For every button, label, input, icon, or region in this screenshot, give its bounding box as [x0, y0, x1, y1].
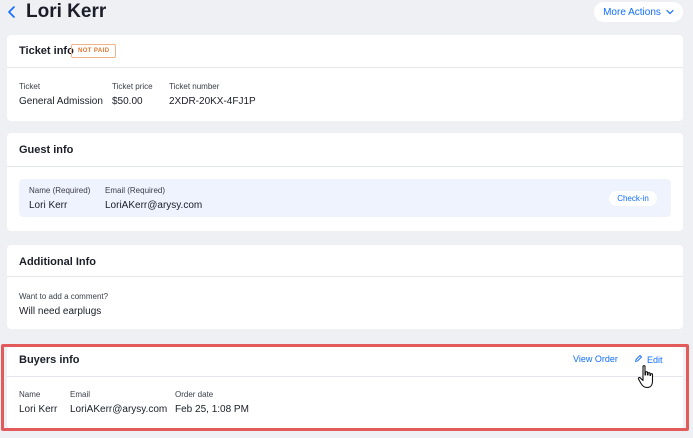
back-icon[interactable] — [6, 5, 18, 19]
ticket-value: General Admission — [19, 96, 103, 107]
guest-info-card: Guest info Name (Required) Lori Kerr Ema… — [7, 133, 683, 231]
divider — [7, 276, 683, 277]
comment-question: Want to add a comment? — [19, 292, 109, 301]
divider — [7, 67, 683, 68]
ticket-number-value: 2XDR-20KX-4FJ1P — [169, 96, 256, 107]
more-actions-button[interactable]: More Actions — [594, 2, 683, 22]
check-in-button[interactable]: Check-in — [609, 191, 657, 206]
top-bar: Lori Kerr More Actions — [0, 0, 693, 26]
guest-email-label: Email (Required) — [105, 186, 166, 195]
highlight-frame — [1, 344, 689, 431]
divider — [7, 166, 683, 167]
guest-name-value: Lori Kerr — [29, 200, 68, 211]
more-actions-label: More Actions — [603, 6, 661, 18]
guest-email-value: LoriAKerr@arysy.com — [105, 200, 203, 211]
ticket-info-title: Ticket info — [19, 45, 74, 57]
guest-row: Name (Required) Lori Kerr Email (Require… — [19, 179, 671, 217]
status-badge: NOT PAID — [71, 44, 117, 58]
ticket-number-label: Ticket number — [169, 82, 220, 91]
hand-cursor-icon — [636, 364, 658, 390]
ticket-info-card: Ticket info NOT PAID Ticket General Admi… — [7, 35, 683, 121]
additional-info-title: Additional Info — [19, 256, 96, 268]
comment-answer: Will need earplugs — [19, 306, 102, 317]
guest-name-label: Name (Required) — [29, 186, 91, 195]
ticket-label: Ticket — [19, 82, 41, 91]
guest-info-title: Guest info — [19, 144, 74, 156]
page-title: Lori Kerr — [26, 1, 107, 22]
ticket-price-label: Ticket price — [112, 82, 153, 91]
chevron-down-icon — [666, 7, 674, 18]
ticket-price-value: $50.00 — [112, 96, 143, 107]
additional-info-card: Additional Info Want to add a comment? W… — [7, 245, 683, 329]
